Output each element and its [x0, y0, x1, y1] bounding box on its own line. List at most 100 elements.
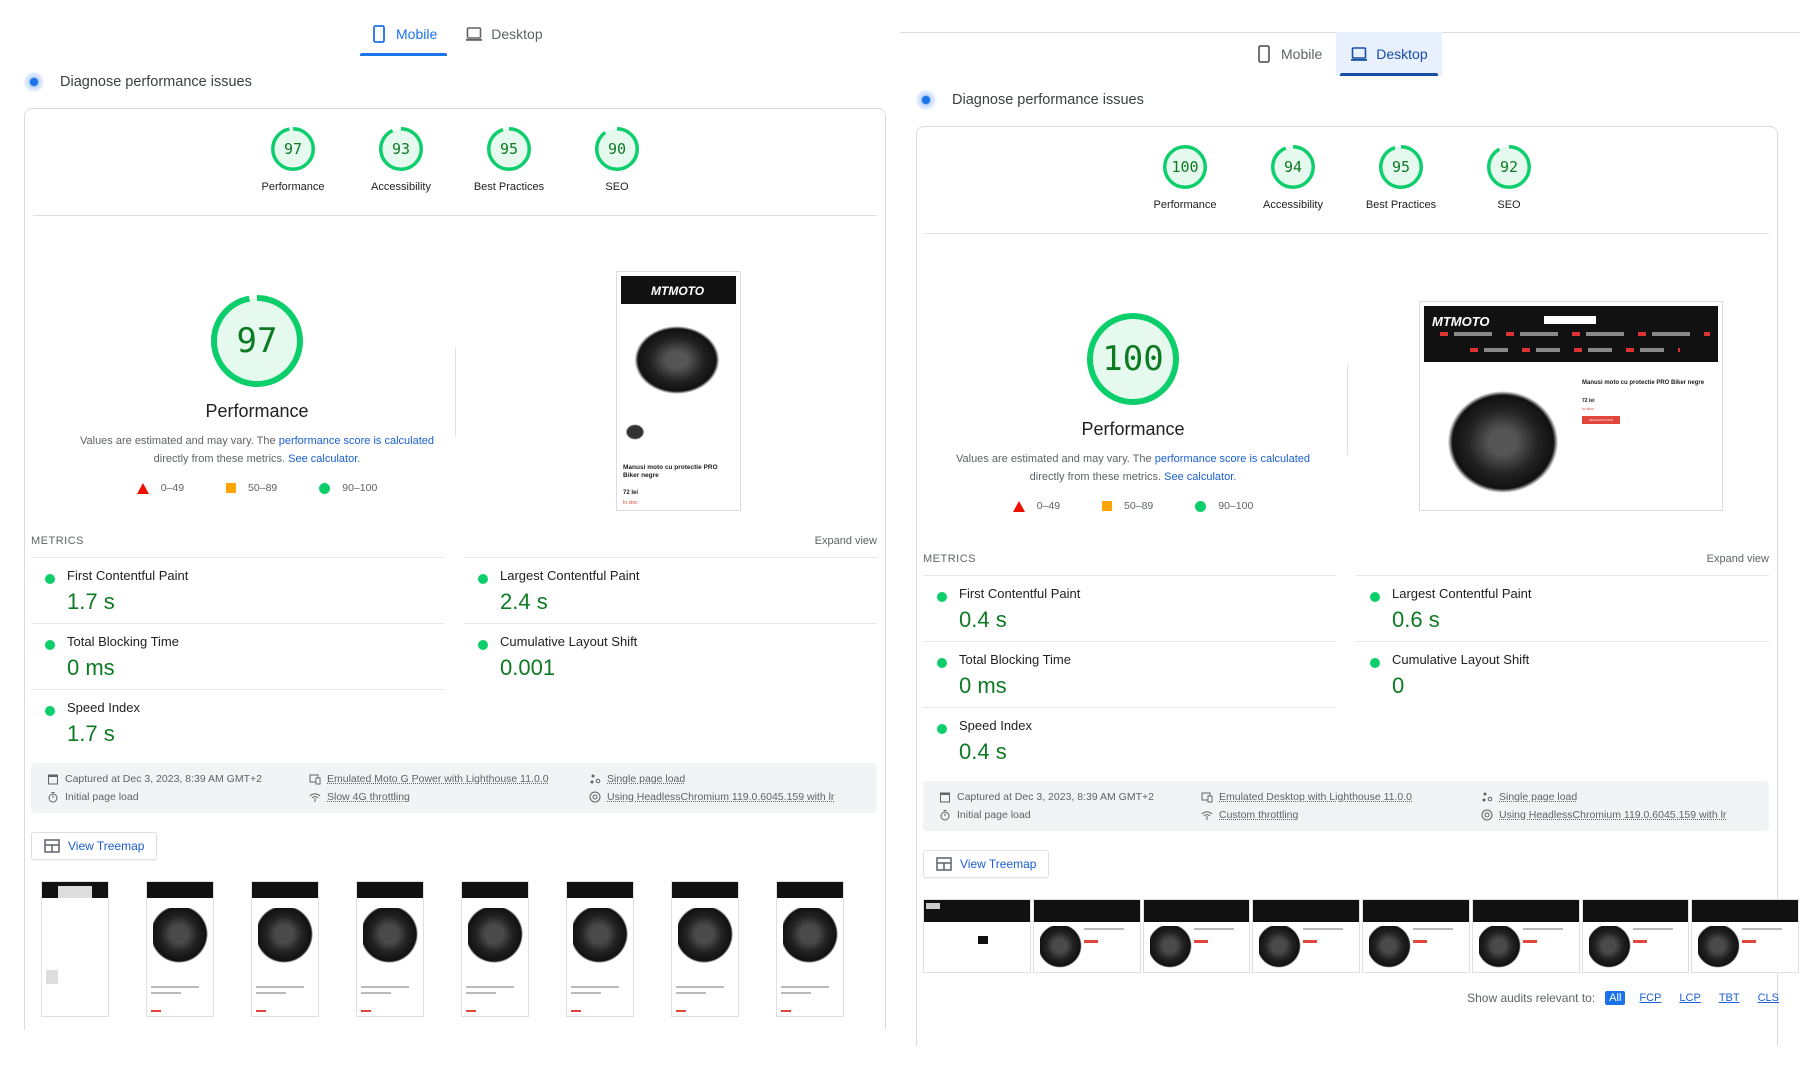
note-text: Values are estimated and may vary. The	[79, 435, 279, 447]
calendar-icon	[48, 774, 58, 785]
audit-chip-cls[interactable]: CLS	[1754, 991, 1783, 1005]
filmstrip-frame	[144, 881, 249, 1021]
tab-desktop-label: Desktop	[491, 26, 543, 42]
tab-mobile[interactable]: Mobile	[1241, 32, 1336, 76]
legend-pass: 90–100	[1195, 500, 1253, 512]
filmstrip-frame	[1691, 899, 1800, 975]
info-single-load[interactable]: Single page load	[589, 773, 861, 785]
metric-name: Speed Index	[67, 700, 141, 715]
performance-summary: 100 Performance Values are estimated and…	[933, 313, 1333, 512]
vertical-divider	[455, 347, 456, 437]
pass-dot-icon	[937, 592, 947, 602]
final-screenshot: MTMOTO Manusi moto cu protectie PRO Bike…	[616, 271, 741, 511]
tab-desktop[interactable]: Desktop	[1336, 32, 1442, 76]
expand-view-button[interactable]: Expand view	[1707, 553, 1769, 565]
metric-fcp: First Contentful Paint 0.4 s	[923, 575, 1336, 641]
gauge-accessibility[interactable]: 93 Accessibility	[365, 127, 437, 193]
expand-view-button[interactable]: Expand view	[815, 535, 877, 547]
diagnose-header: Diagnose performance issues	[24, 72, 252, 92]
gauge-performance[interactable]: 100 Performance	[1149, 145, 1221, 211]
metric-value: 0.001	[500, 655, 556, 680]
frame-text	[1413, 928, 1453, 930]
frame-glove	[258, 908, 316, 966]
score-calculated-link[interactable]: performance score is calculated	[1155, 453, 1310, 465]
metric-name: First Contentful Paint	[959, 586, 1081, 601]
metric-tbt: Total Blocking Time 0 ms	[923, 641, 1336, 707]
triangle-icon	[1012, 500, 1025, 512]
gauge-score: 90	[607, 140, 627, 158]
frame-screenshot	[566, 881, 634, 1017]
diagnose-icon	[24, 72, 44, 92]
final-screenshot: MTMOTO Manusi moto cu protectie PRO Bike…	[1419, 301, 1723, 511]
tab-desktop-label: Desktop	[1376, 46, 1428, 62]
gauge-seo[interactable]: 92 SEO	[1473, 145, 1545, 211]
see-calculator-link[interactable]: See calculator.	[1164, 471, 1236, 483]
gauge-best-practices[interactable]: 95 Best Practices	[473, 127, 545, 193]
performance-title: Performance	[1081, 419, 1185, 439]
audit-chip-all[interactable]: All	[1605, 991, 1626, 1005]
gauge-label: Performance	[261, 181, 325, 193]
stock-status: In stoc	[623, 500, 638, 506]
metric-fcp: First Contentful Paint 1.7 s	[31, 557, 444, 623]
frame-text	[1303, 928, 1344, 930]
frame-glove	[573, 908, 631, 966]
gauge-label: Accessibility	[371, 181, 431, 193]
info-throttling[interactable]: Slow 4G throttling	[309, 791, 589, 803]
tab-mobile-label: Mobile	[396, 26, 438, 42]
score-calculated-link[interactable]: performance score is calculated	[279, 435, 434, 447]
chrome-icon	[1481, 809, 1493, 821]
product-price: 72 lei	[623, 490, 639, 496]
square-icon	[226, 483, 237, 493]
tab-mobile[interactable]: Mobile	[356, 12, 451, 56]
frame-text	[571, 992, 601, 994]
runtime-info: Captured at Dec 3, 2023, 8:39 AM GMT+2 E…	[923, 781, 1769, 831]
metric-value: 0 ms	[959, 673, 1007, 698]
frame-stock	[256, 1010, 266, 1012]
site-nav	[1440, 332, 1710, 336]
info-browser[interactable]: Using HeadlessChromium 119.0.6045.159 wi…	[589, 791, 861, 803]
gauge-score: 97	[283, 140, 303, 158]
gauge-score: 95	[1391, 158, 1411, 176]
view-treemap-button[interactable]: View Treemap	[31, 832, 158, 860]
circle-icon	[1195, 500, 1207, 512]
frame-text	[676, 992, 706, 994]
view-treemap-button[interactable]: View Treemap	[923, 850, 1050, 878]
frame-screenshot	[356, 881, 424, 1017]
vertical-divider	[1347, 365, 1348, 455]
gauge-best-practices[interactable]: 95 Best Practices	[1365, 145, 1437, 211]
filmstrip-frame	[1142, 899, 1253, 975]
frame-text	[466, 992, 496, 994]
see-calculator-link[interactable]: See calculator.	[288, 453, 360, 465]
pass-dot-icon	[1370, 592, 1380, 602]
frame-header	[462, 882, 528, 898]
frame-text	[151, 992, 181, 994]
info-throttling[interactable]: Custom throttling	[1201, 809, 1481, 821]
gauge-seo[interactable]: 90 SEO	[581, 127, 653, 193]
product-title: Manusi moto cu protectie PRO Biker negre	[1582, 380, 1705, 386]
audit-chip-fcp[interactable]: FCP	[1635, 991, 1665, 1005]
audit-chip-tbt[interactable]: TBT	[1715, 991, 1744, 1005]
gauge-accessibility[interactable]: 94 Accessibility	[1257, 145, 1329, 211]
info-captured: Captured at Dec 3, 2023, 8:39 AM GMT+2	[939, 791, 1201, 803]
chrome-icon	[589, 791, 601, 803]
triangle-icon	[136, 482, 149, 494]
info-emulated[interactable]: Emulated Desktop with Lighthouse 11.0.0	[1201, 791, 1481, 803]
legend-fail: 0–49	[136, 482, 184, 494]
note-text: directly from these metrics.	[153, 453, 289, 465]
filmstrip-frame	[249, 881, 354, 1021]
frame-text	[466, 986, 514, 988]
metric-name: Largest Contentful Paint	[1392, 586, 1532, 601]
frame-text	[676, 986, 724, 988]
filmstrip-frame	[1032, 899, 1143, 975]
gauge-performance[interactable]: 97 Performance	[257, 127, 329, 193]
treemap-icon	[936, 857, 952, 871]
info-emulated[interactable]: Emulated Moto G Power with Lighthouse 11…	[309, 773, 589, 785]
mobile-report-panel: Mobile Desktop Diagnose performance issu…	[0, 0, 900, 1071]
frame-screenshot	[1032, 899, 1141, 973]
info-browser[interactable]: Using HeadlessChromium 119.0.6045.159 wi…	[1481, 809, 1753, 821]
product-price: 72 lei	[1582, 398, 1595, 404]
tab-desktop[interactable]: Desktop	[451, 12, 556, 56]
info-single-load[interactable]: Single page load	[1481, 791, 1753, 803]
audit-chip-lcp[interactable]: LCP	[1675, 991, 1704, 1005]
frame-header	[1472, 900, 1579, 922]
